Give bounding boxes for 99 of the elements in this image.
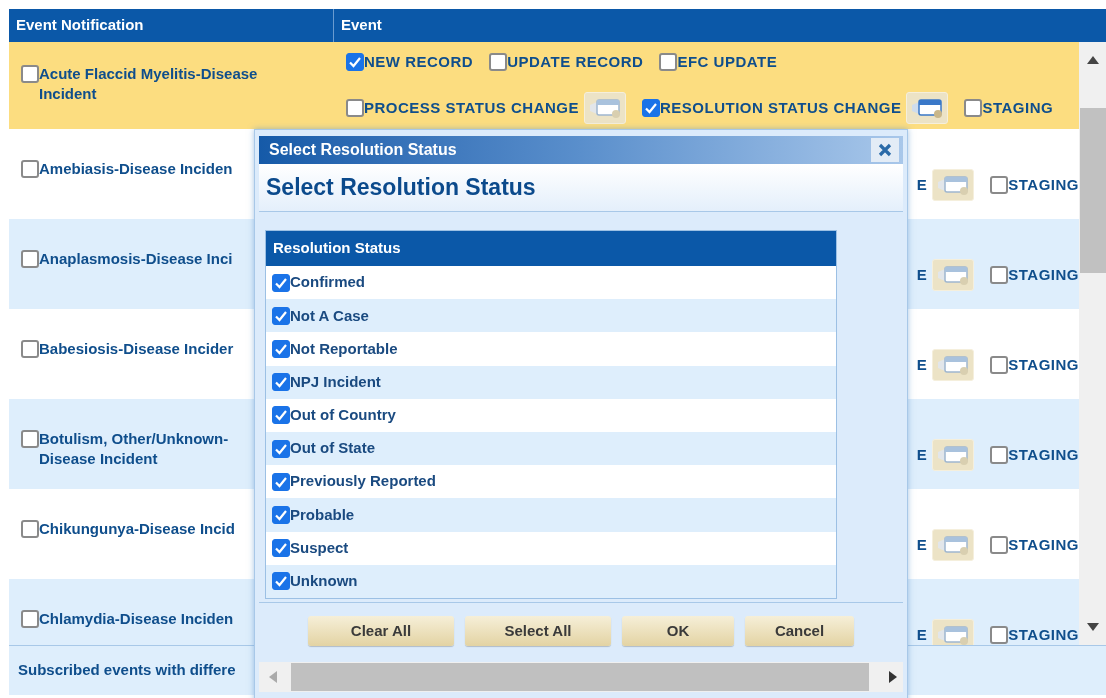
event-label: STAGING bbox=[1008, 354, 1079, 375]
checkbox[interactable] bbox=[21, 65, 39, 83]
dialog-button[interactable]: Clear All bbox=[308, 615, 454, 646]
checkbox[interactable] bbox=[272, 439, 290, 458]
checkbox[interactable] bbox=[21, 430, 39, 448]
checkbox[interactable] bbox=[990, 446, 1009, 464]
window-icon bbox=[587, 97, 622, 119]
window-icon bbox=[936, 534, 971, 556]
event-label: STAGING bbox=[1008, 534, 1079, 555]
checkbox[interactable] bbox=[272, 539, 290, 558]
event-label: STAGING bbox=[1008, 174, 1079, 195]
event-label: STAGING bbox=[1008, 624, 1079, 645]
status-label: Not Reportable bbox=[290, 338, 398, 359]
dialog-heading: Select Resolution Status bbox=[266, 173, 536, 203]
window-icon bbox=[936, 264, 971, 286]
checkbox[interactable] bbox=[21, 610, 39, 628]
event-label: E bbox=[916, 444, 928, 465]
scrollbar-thumb[interactable] bbox=[291, 662, 869, 691]
checkbox[interactable] bbox=[346, 53, 364, 71]
disease-name: Botulism, Other/Unknown- Disease Incident bbox=[39, 429, 229, 469]
checkbox[interactable] bbox=[272, 373, 290, 392]
horizontal-scrollbar[interactable] bbox=[259, 661, 903, 692]
picker-button[interactable] bbox=[932, 439, 975, 471]
picker-button[interactable] bbox=[932, 529, 975, 561]
checkbox[interactable] bbox=[272, 472, 290, 491]
checkbox[interactable] bbox=[641, 99, 660, 117]
disease-name: Amebiasis-Disease Inciden bbox=[39, 159, 233, 179]
event-label: E bbox=[916, 174, 928, 195]
disease-name: Acute Flaccid Myelitis-Disease Incident bbox=[39, 64, 258, 104]
event-label: STAGING bbox=[1008, 444, 1079, 465]
event-label: UPDATE RECORD bbox=[507, 51, 644, 72]
window-icon bbox=[936, 354, 971, 376]
status-label: Not A Case bbox=[290, 305, 369, 326]
checkbox[interactable] bbox=[990, 176, 1009, 194]
table-row[interactable]: Acute Flaccid Myelitis-Disease Incident NEW RECORD UPDATE RECORD EFC UPDATE PROCESS STATUS CHANGE RESOLUTION STATUS CHANGE STAGING bbox=[9, 42, 1079, 129]
scroll-down-icon[interactable] bbox=[1086, 623, 1099, 631]
window-icon bbox=[936, 444, 971, 466]
event-label: E bbox=[916, 624, 928, 645]
disease-name: Babesiosis-Disease Incider bbox=[39, 339, 234, 359]
checkbox[interactable] bbox=[964, 99, 983, 117]
scroll-right-icon[interactable] bbox=[889, 670, 897, 683]
checkbox[interactable] bbox=[489, 53, 508, 71]
checkbox[interactable] bbox=[272, 273, 290, 292]
picker-button[interactable] bbox=[932, 169, 975, 201]
picker-button[interactable] bbox=[932, 619, 975, 645]
column-header: Event bbox=[340, 15, 383, 36]
checkbox[interactable] bbox=[21, 250, 39, 268]
event-label: EFC UPDATE bbox=[677, 51, 778, 72]
disease-name: Chlamydia-Disease Inciden bbox=[39, 609, 234, 629]
footer-note: Subscribed events with differe bbox=[18, 660, 236, 681]
close-icon bbox=[878, 143, 892, 157]
picker-button[interactable] bbox=[583, 92, 626, 124]
dialog-button[interactable]: Select All bbox=[465, 615, 611, 646]
checkbox[interactable] bbox=[990, 536, 1009, 554]
dialog-button[interactable]: Cancel bbox=[745, 615, 854, 646]
checkbox[interactable] bbox=[990, 626, 1009, 644]
checkbox[interactable] bbox=[272, 306, 290, 325]
checkbox[interactable] bbox=[346, 99, 364, 117]
checkbox[interactable] bbox=[990, 356, 1009, 374]
event-label: NEW RECORD bbox=[364, 51, 474, 72]
checkbox[interactable] bbox=[21, 160, 39, 178]
event-label: STAGING bbox=[1008, 264, 1079, 285]
status-label: Suspect bbox=[290, 537, 349, 558]
checkbox[interactable] bbox=[659, 53, 678, 71]
disease-name: Chikungunya-Disease Incid bbox=[39, 519, 235, 539]
dialog-button[interactable]: OK bbox=[622, 615, 734, 646]
event-label: RESOLUTION STATUS CHANGE bbox=[659, 97, 902, 118]
close-button[interactable] bbox=[871, 138, 899, 162]
checkbox[interactable] bbox=[21, 520, 39, 538]
scroll-up-icon[interactable] bbox=[1086, 56, 1099, 64]
picker-button[interactable] bbox=[932, 259, 975, 291]
status-label: Confirmed bbox=[290, 272, 365, 293]
window-icon bbox=[910, 97, 945, 119]
status-label: Out of Country bbox=[290, 405, 396, 426]
status-label: Out of State bbox=[290, 438, 375, 459]
status-label: Probable bbox=[290, 504, 355, 525]
event-label: STAGING bbox=[982, 97, 1054, 118]
checkbox[interactable] bbox=[990, 266, 1009, 284]
picker-button[interactable] bbox=[932, 349, 975, 381]
scrollbar-thumb[interactable] bbox=[1079, 108, 1106, 273]
checkbox[interactable] bbox=[272, 339, 290, 358]
status-label: NPJ Incident bbox=[290, 371, 381, 392]
checkbox[interactable] bbox=[272, 505, 290, 524]
disease-name: Anaplasmosis-Disease Inci bbox=[39, 249, 233, 269]
status-label: Previously Reported bbox=[290, 471, 436, 492]
window-icon bbox=[936, 174, 971, 196]
scroll-left-icon[interactable] bbox=[269, 670, 277, 683]
checkbox[interactable] bbox=[21, 340, 39, 358]
picker-button[interactable] bbox=[906, 92, 949, 124]
vertical-scrollbar[interactable] bbox=[1079, 42, 1106, 645]
dialog-title: Select Resolution Status bbox=[269, 140, 457, 160]
event-label: E bbox=[916, 264, 928, 285]
event-label: E bbox=[916, 354, 928, 375]
event-label: E bbox=[916, 534, 928, 555]
checkbox[interactable] bbox=[272, 572, 290, 591]
checkbox[interactable] bbox=[272, 406, 290, 425]
event-label: PROCESS STATUS CHANGE bbox=[364, 97, 579, 118]
column-header: Resolution Status bbox=[273, 238, 401, 259]
status-label: Unknown bbox=[290, 571, 358, 592]
